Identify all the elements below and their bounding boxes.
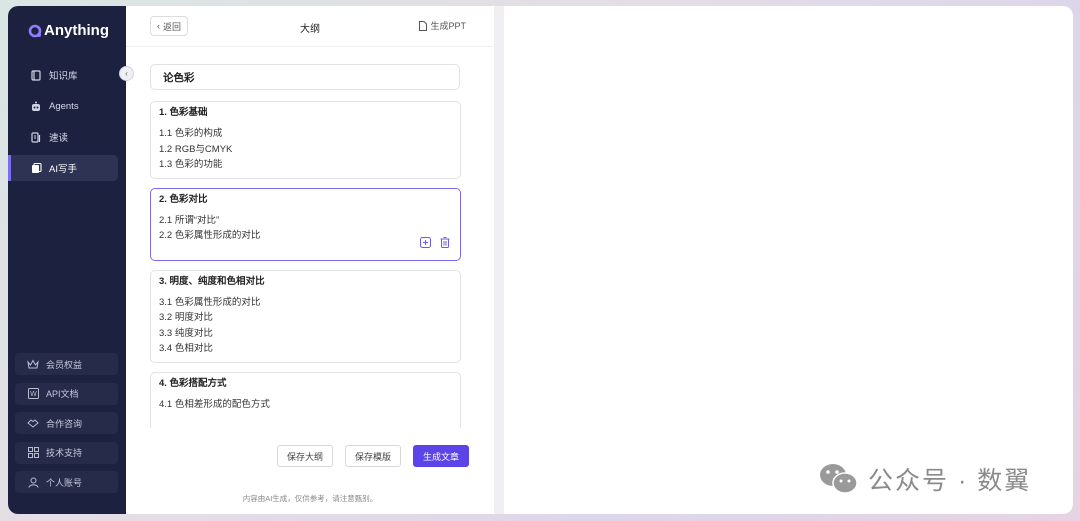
- subsection-item[interactable]: 3.2 明度对比: [159, 310, 452, 326]
- subsection-item[interactable]: 3.3 纯度对比: [159, 326, 452, 342]
- panel-header: ‹ 返回 大纲 生成PPT: [126, 6, 494, 47]
- subsection-item[interactable]: 2.1 所谓“对比”: [159, 213, 452, 229]
- outline-sections: 1. 色彩基础 1.1 色彩的构成 1.2 RGB与CMYK 1.3 色彩的功能…: [150, 101, 461, 428]
- subsection-item[interactable]: 1.1 色彩的构成: [159, 126, 452, 142]
- sidebar-item-label: API文档: [46, 389, 79, 399]
- file-icon: [419, 20, 428, 31]
- handshake-icon: [27, 417, 39, 429]
- sidebar-item-speed-read[interactable]: 速读: [8, 124, 118, 150]
- sidebar-bottom-nav: 会员权益 W API文档 合作咨询 技术支持 个人账号: [15, 353, 118, 501]
- generate-ppt-button[interactable]: 生成PPT: [419, 19, 466, 32]
- user-icon: [27, 476, 39, 488]
- delete-section-icon[interactable]: [440, 235, 450, 253]
- grid-icon: [27, 447, 39, 459]
- crown-icon: [27, 358, 39, 370]
- chevron-left-icon: ‹: [125, 69, 128, 78]
- wechat-icon: [820, 464, 858, 494]
- sidebar-item-account[interactable]: 个人账号: [15, 471, 118, 493]
- sidebar-item-label: 会员权益: [46, 359, 83, 370]
- subsection-item[interactable]: 3.1 色彩属性形成的对比: [159, 295, 452, 311]
- sidebar-item-label: 个人账号: [46, 477, 83, 488]
- outline-section[interactable]: 1. 色彩基础 1.1 色彩的构成 1.2 RGB与CMYK 1.3 色彩的功能: [150, 101, 461, 179]
- subsection-item[interactable]: 1.2 RGB与CMYK: [159, 142, 452, 158]
- sidebar-item-knowledge-base[interactable]: 知识库: [8, 62, 118, 88]
- save-template-button[interactable]: 保存模版: [344, 445, 401, 467]
- book-icon: [30, 69, 42, 81]
- reading-icon: [30, 131, 42, 143]
- subsection-item[interactable]: 2.2 色彩属性形成的对比: [159, 228, 452, 244]
- sidebar-nav: 知识库 Agents 速读 AI写手: [8, 62, 126, 186]
- outline-title-input[interactable]: 论色彩: [150, 64, 460, 90]
- write-icon: [30, 162, 42, 174]
- add-subsection-icon[interactable]: [420, 235, 431, 253]
- sidebar-item-tech-support[interactable]: 技术支持: [15, 441, 118, 464]
- ai-disclaimer: 内容由AI生成，仅供参考，请注意甄别。: [242, 494, 378, 503]
- sidebar-item-label: Agents: [49, 100, 79, 112]
- sidebar-item-label: 知识库: [49, 71, 78, 82]
- app-logo[interactable]: Anything: [28, 22, 109, 39]
- logo-icon: [28, 24, 42, 37]
- generate-ppt-label: 生成PPT: [430, 21, 466, 31]
- section-heading[interactable]: 3. 明度、纯度和色相对比: [159, 275, 452, 289]
- generate-article-button[interactable]: 生成文章: [412, 445, 469, 467]
- sidebar-item-api-docs[interactable]: W API文档: [15, 382, 118, 405]
- sidebar-item-label: AI写手: [49, 164, 77, 175]
- sidebar: Anything 知识库 Agents 速读 AI写手 会员权益 W API文档…: [8, 6, 126, 514]
- sidebar-item-agents[interactable]: Agents: [8, 93, 118, 119]
- outline-panel: ‹ 返回 大纲 生成PPT 论色彩 1. 色彩基础 1.1 色彩的构成 1.2 …: [126, 6, 494, 514]
- sidebar-item-cooperation[interactable]: 合作咨询: [15, 412, 118, 434]
- save-outline-button[interactable]: 保存大纲: [276, 445, 333, 467]
- sidebar-item-ai-writer[interactable]: AI写手: [8, 155, 118, 181]
- sidebar-collapse-button[interactable]: ‹: [119, 66, 134, 81]
- sidebar-item-membership[interactable]: 会员权益: [15, 353, 118, 375]
- section-actions: [420, 235, 450, 253]
- app-name: Anything: [44, 22, 109, 39]
- outline-actions: 保存大纲 保存模版 生成文章: [276, 445, 469, 467]
- outline-section[interactable]: 3. 明度、纯度和色相对比 3.1 色彩属性形成的对比 3.2 明度对比 3.3…: [150, 269, 461, 363]
- svg-text:W: W: [30, 390, 37, 398]
- app-window: Anything 知识库 Agents 速读 AI写手 会员权益 W API文档…: [8, 6, 1073, 514]
- section-heading[interactable]: 4. 色彩搭配方式: [159, 377, 452, 391]
- subsection-item[interactable]: 3.4 色相对比: [159, 341, 452, 357]
- subsection-item[interactable]: 4.1 色相差形成的配色方式: [159, 397, 452, 413]
- sidebar-item-label: 合作咨询: [46, 418, 83, 429]
- sidebar-item-label: 技术支持: [46, 448, 83, 458]
- document-w-icon: W: [27, 388, 39, 400]
- sidebar-item-label: 速读: [49, 133, 69, 144]
- outline-section[interactable]: 4. 色彩搭配方式 4.1 色相差形成的配色方式: [150, 371, 461, 428]
- outline-section-active[interactable]: 2. 色彩对比 2.1 所谓“对比” 2.2 色彩属性形成的对比: [150, 187, 461, 261]
- section-heading[interactable]: 2. 色彩对比: [159, 193, 452, 207]
- wechat-watermark: 公众号 · 数翼: [818, 461, 1031, 497]
- section-heading[interactable]: 1. 色彩基础: [159, 106, 452, 120]
- panel-divider[interactable]: [494, 6, 504, 514]
- subsection-item[interactable]: 1.3 色彩的功能: [159, 157, 452, 173]
- watermark-text: 公众号 · 数翼: [868, 467, 1032, 495]
- robot-icon: [30, 100, 42, 112]
